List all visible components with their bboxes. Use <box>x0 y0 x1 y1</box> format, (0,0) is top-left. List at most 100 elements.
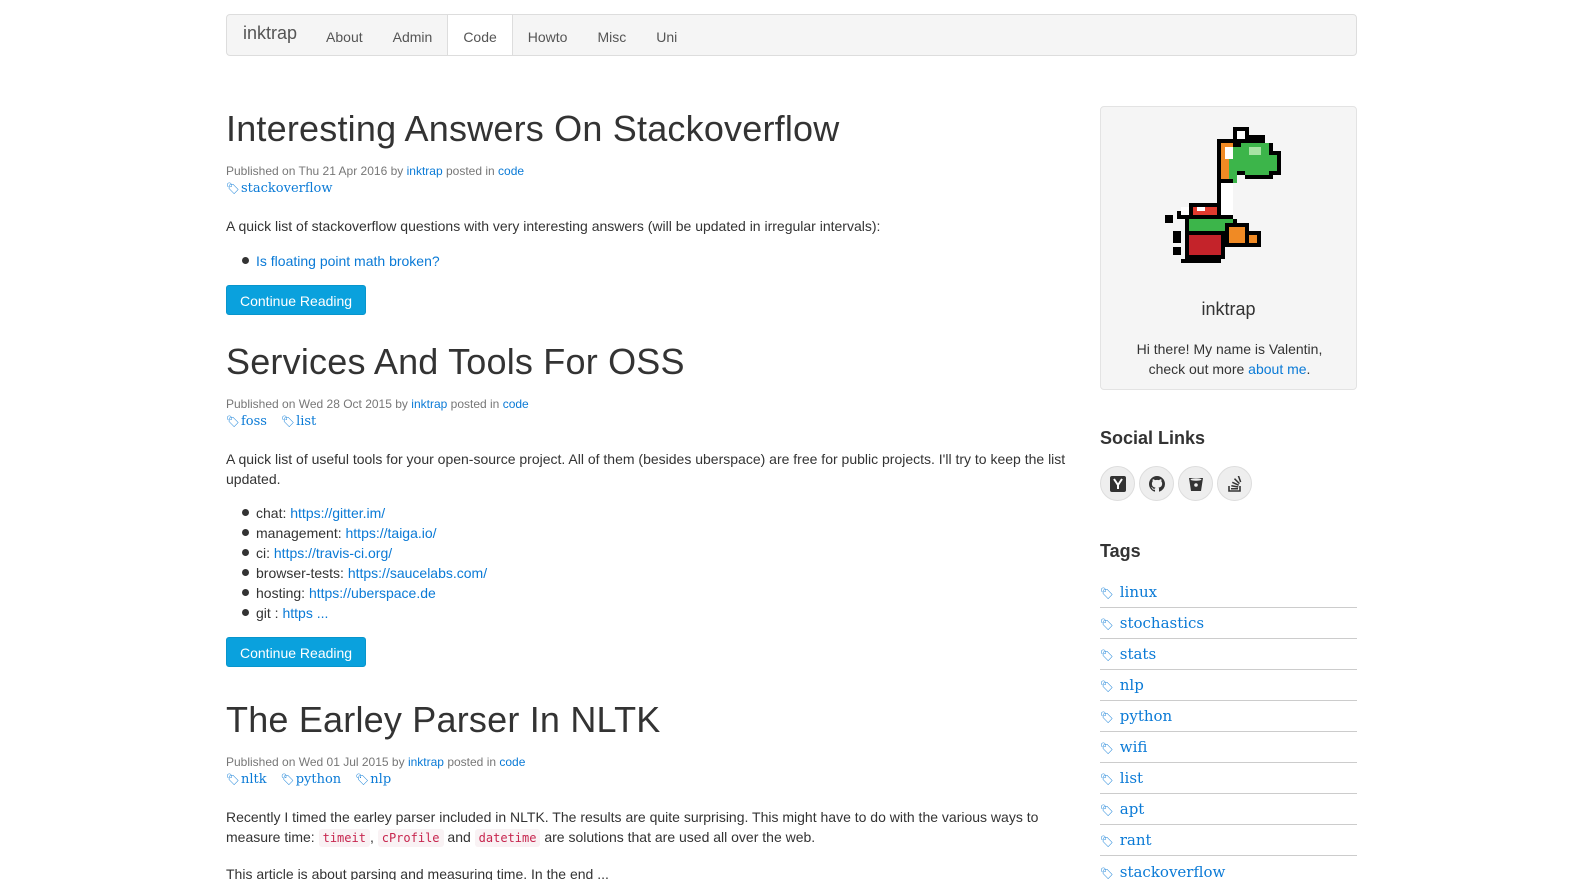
by-label: by <box>395 397 408 411</box>
tag-link[interactable]: 🏷︎list <box>281 414 316 429</box>
list-item: hosting: https://uberspace.de <box>242 583 1066 603</box>
item-link[interactable]: https://taiga.io/ <box>346 525 437 541</box>
tag-link[interactable]: 🏷︎nlp <box>355 772 391 787</box>
tag-label: nlp <box>370 772 392 787</box>
author-link[interactable]: inktrap <box>408 755 444 769</box>
tag-link[interactable]: 🏷︎ wifi <box>1100 738 1147 756</box>
item-link[interactable]: https://uberspace.de <box>309 585 436 601</box>
tag-icon: 🏷︎ <box>1100 804 1114 817</box>
post-summary: A quick list of useful tools for your op… <box>226 451 1066 487</box>
nav-item-code[interactable]: Code <box>447 15 513 55</box>
category-link[interactable]: code <box>499 755 525 769</box>
list-item: 🏷︎ wifi <box>1100 732 1357 763</box>
yoshi-avatar <box>1165 127 1281 263</box>
hacker-news-link[interactable] <box>1100 466 1135 501</box>
tag-link[interactable]: 🏷︎ rant <box>1100 831 1152 849</box>
list-item: ci: https://travis-ci.org/ <box>242 543 1066 563</box>
post-date: Wed 28 Oct 2015 <box>298 397 392 411</box>
nav-item-admin[interactable]: Admin <box>378 15 448 55</box>
post-stackoverflow: Interesting Answers On Stackoverflow Pub… <box>226 104 1066 315</box>
separator: , <box>369 829 374 845</box>
post-title-link[interactable]: The Earley Parser In NLTK <box>226 699 661 740</box>
post-earley-parser: The Earley Parser In NLTK Published on W… <box>226 695 1066 880</box>
post-oss-tools: Services And Tools For OSS Published on … <box>226 337 1066 667</box>
post-meta: Published on Thu 21 Apr 2016 by inktrap … <box>226 162 1066 180</box>
post-summary: A quick list of stackoverflow questions … <box>226 218 881 234</box>
stackoverflow-icon <box>1227 475 1241 492</box>
tag-label: apt <box>1119 800 1145 818</box>
post-tags: 🏷︎nltk 🏷︎python 🏷︎nlp <box>226 771 1066 789</box>
item-label: hosting: <box>256 585 306 601</box>
tag-link[interactable]: 🏷︎nltk <box>226 772 267 787</box>
category-link[interactable]: code <box>503 397 529 411</box>
author-link[interactable]: inktrap <box>407 164 443 178</box>
post-title-link[interactable]: Interesting Answers On Stackoverflow <box>226 108 839 149</box>
tag-label: nlp <box>1119 676 1144 694</box>
author-link[interactable]: inktrap <box>411 397 447 411</box>
nav-item-howto[interactable]: Howto <box>513 15 583 55</box>
nav-list: About Admin Code Howto Misc Uni <box>311 15 692 55</box>
tag-label: nltk <box>240 772 267 787</box>
tag-link[interactable]: 🏷︎foss <box>226 414 267 429</box>
list-item: 🏷︎ stochastics <box>1100 608 1357 639</box>
tag-icon: 🏷︎ <box>226 182 240 195</box>
tools-list: chat: https://gitter.im/ management: htt… <box>242 503 1066 623</box>
item-label: git : <box>256 605 279 621</box>
tag-link[interactable]: 🏷︎ stats <box>1100 645 1156 663</box>
tag-link[interactable]: 🏷︎ list <box>1100 769 1143 787</box>
tag-link[interactable]: 🏷︎python <box>281 772 341 787</box>
by-label: by <box>390 164 404 178</box>
tag-link[interactable]: 🏷︎ apt <box>1100 800 1144 818</box>
profile-card: inktrap Hi there! My name is Valentin, c… <box>1100 106 1357 390</box>
bio-period: . <box>1306 361 1311 377</box>
about-me-link[interactable]: about me <box>1248 361 1306 377</box>
bitbucket-link[interactable] <box>1178 466 1213 501</box>
continue-reading-button[interactable]: Continue Reading <box>226 285 367 315</box>
brand-link[interactable]: inktrap <box>227 13 313 53</box>
github-link[interactable] <box>1139 466 1174 501</box>
nav-item-uni[interactable]: Uni <box>641 15 692 55</box>
list-item: 🏷︎ python <box>1100 701 1357 732</box>
tag-icon: 🏷︎ <box>226 773 240 786</box>
list-item: browser-tests: https://saucelabs.com/ <box>242 563 1066 583</box>
post-link-list: Is floating point math broken? <box>242 251 1066 271</box>
tag-label: python <box>295 772 342 787</box>
tag-icon: 🏷︎ <box>1100 711 1114 724</box>
item-link[interactable]: https://gitter.im/ <box>290 505 385 521</box>
separator: and <box>447 829 471 845</box>
tag-link[interactable]: 🏷︎ nlp <box>1100 676 1144 694</box>
category-link[interactable]: code <box>498 164 524 178</box>
tag-link[interactable]: 🏷︎ linux <box>1100 583 1157 601</box>
item-link[interactable]: https://saucelabs.com/ <box>348 565 487 581</box>
item-link[interactable]: https ... <box>282 605 328 621</box>
profile-name: inktrap <box>1201 299 1256 319</box>
tag-label: rant <box>1119 831 1152 849</box>
tag-link[interactable]: 🏷︎stackoverflow <box>226 181 332 196</box>
inline-code: timeit <box>318 829 370 847</box>
stackoverflow-link[interactable] <box>1217 466 1252 501</box>
posted-in-label: posted in <box>450 397 500 411</box>
post-title-link[interactable]: Services And Tools For OSS <box>226 341 685 382</box>
continue-reading-button[interactable]: Continue Reading <box>226 637 367 667</box>
bitbucket-icon <box>1188 477 1203 491</box>
post-title: Interesting Answers On Stackoverflow <box>226 104 1066 154</box>
tag-label: linux <box>1119 583 1158 601</box>
nav-item-misc[interactable]: Misc <box>582 15 641 55</box>
tag-label: stats <box>1119 645 1157 663</box>
list-item: 🏷︎ stats <box>1100 639 1357 670</box>
tag-icon: 🏷︎ <box>226 415 240 428</box>
tag-link[interactable]: 🏷︎ stochastics <box>1100 614 1204 632</box>
question-link[interactable]: Is floating point math broken? <box>256 253 440 269</box>
summary-text: are solutions that are used all over the… <box>544 829 816 845</box>
tag-link[interactable]: 🏷︎ stackoverflow <box>1100 863 1225 880</box>
tag-icon: 🏷︎ <box>1100 649 1114 662</box>
tag-link[interactable]: 🏷︎ python <box>1100 707 1172 725</box>
by-label: by <box>391 755 405 769</box>
tag-icon: 🏷︎ <box>355 773 370 786</box>
tag-label: list <box>296 414 317 429</box>
item-link[interactable]: https://travis-ci.org/ <box>274 545 392 561</box>
tag-icon: 🏷︎ <box>1100 866 1114 880</box>
post-tags: 🏷︎stackoverflow <box>226 180 1066 198</box>
nav-item-about[interactable]: About <box>311 15 378 55</box>
tag-label: list <box>1119 769 1144 787</box>
